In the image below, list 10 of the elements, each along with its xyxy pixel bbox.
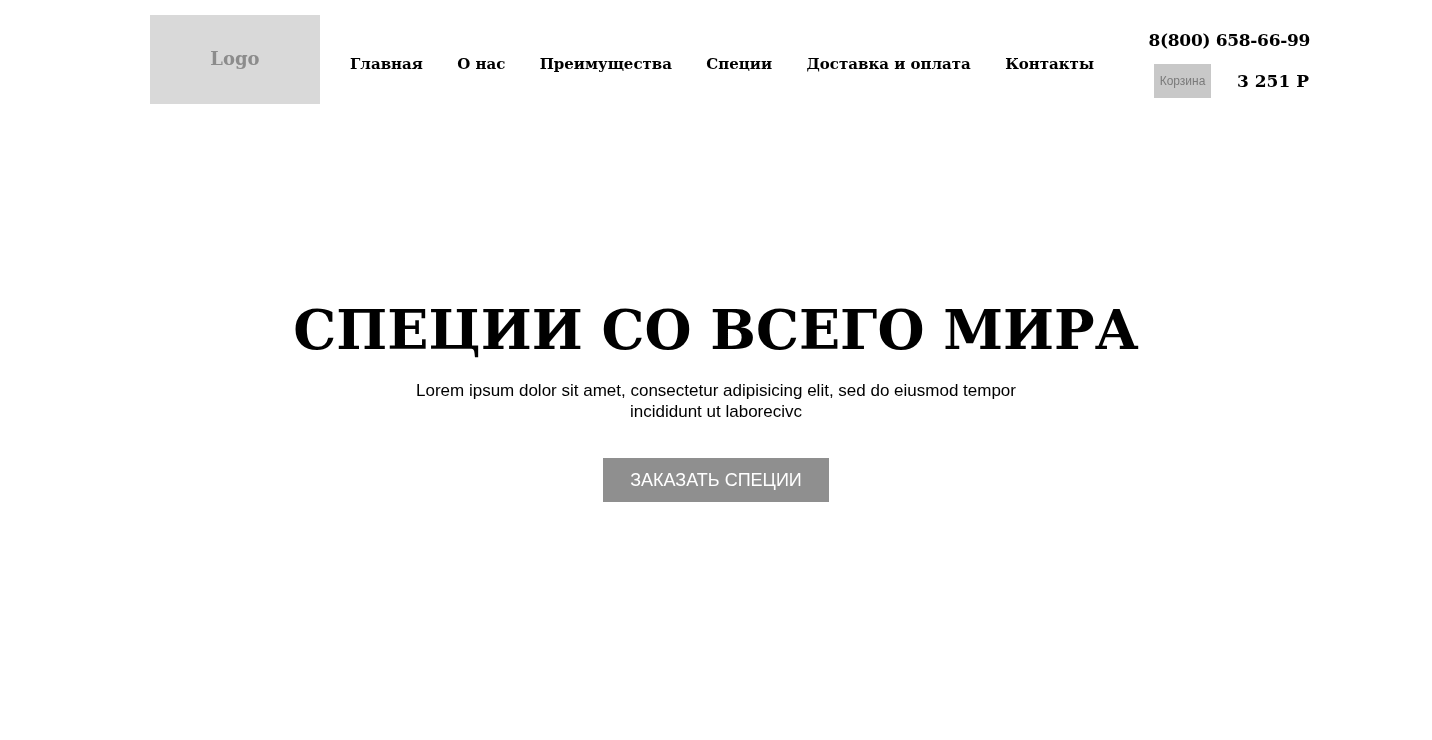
nav-link[interactable]: Преимущества [539, 53, 672, 75]
hero-description: Lorem ipsum dolor sit amet, consectetur adipisicing elit, sed do eiusmod tempor incididunt ut laborecivc [415, 380, 1017, 422]
nav-link[interactable]: Контакты [1005, 53, 1094, 75]
hero-title: СПЕЦИИ СО ВСЕГО МИРА [293, 297, 1139, 364]
nav-link[interactable]: О нас [457, 53, 506, 75]
phone-number[interactable]: 8(800) 658-66-99 [1148, 28, 1310, 52]
cart-total: 3 251 Р [1237, 70, 1309, 93]
nav-link[interactable]: Доставка и оплата [806, 53, 971, 75]
nav-link[interactable]: Главная [350, 53, 423, 75]
nav-link[interactable]: Специи [706, 53, 773, 75]
